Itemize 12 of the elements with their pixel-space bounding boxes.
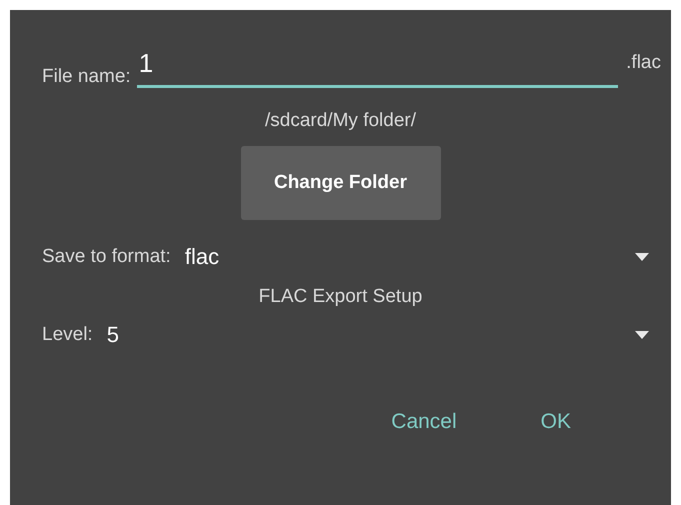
dropdown-arrow-icon	[635, 253, 649, 261]
folder-path: /sdcard/My folder/	[264, 110, 417, 132]
file-extension: .flac	[626, 52, 661, 75]
dialog-button[interactable]: OK	[530, 402, 581, 442]
file-name-label: File name:	[42, 66, 131, 88]
file-name-field[interactable]: 1	[136, 48, 618, 88]
dropdown-arrow-icon	[635, 331, 649, 339]
dialog-button[interactable]: Cancel	[377, 402, 471, 442]
level-dropdown[interactable]: Level: 5	[42, 320, 661, 350]
change-folder-button[interactable]: Change Folder	[240, 146, 440, 220]
format-dropdown[interactable]: Save to format: flac	[42, 242, 661, 272]
setup-title: FLAC Export Setup	[258, 286, 424, 308]
